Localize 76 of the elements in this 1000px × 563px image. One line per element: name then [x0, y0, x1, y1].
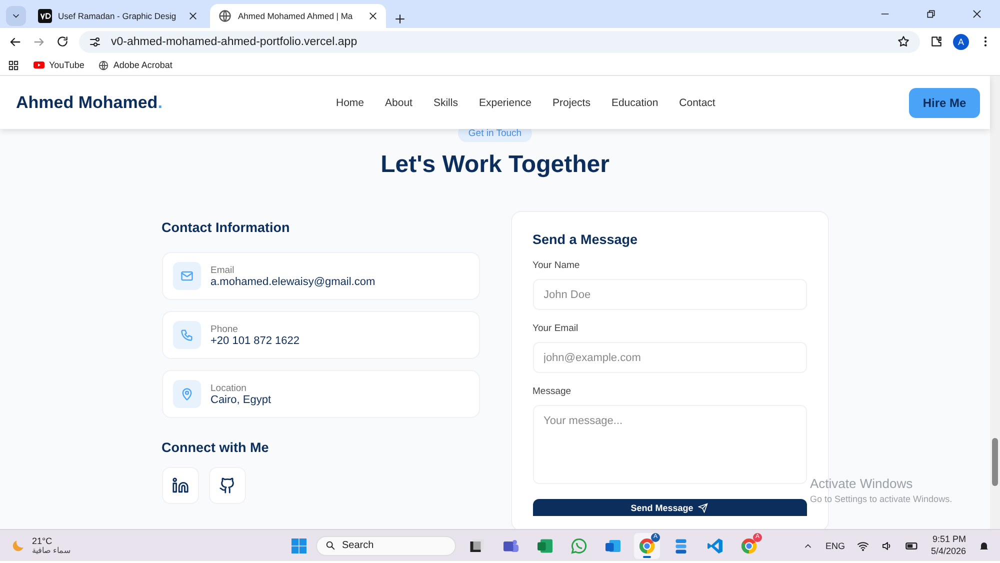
play-icon [33, 59, 45, 71]
scrollbar[interactable] [990, 76, 1000, 529]
taskbar-search[interactable]: Search [316, 536, 456, 556]
close-icon[interactable] [368, 11, 378, 21]
active-indicator [643, 556, 651, 558]
speaker-icon[interactable] [880, 540, 893, 552]
nav-link[interactable]: Education [611, 96, 658, 108]
browser-icon [638, 536, 656, 554]
activation-title: Activate Windows [810, 476, 914, 491]
clock-date[interactable]: 5/4/2026 [930, 546, 966, 558]
site-favicon-icon [38, 9, 52, 23]
nav-link[interactable]: Projects [552, 96, 590, 108]
address-bar[interactable]: v0-ahmed-mohamed-ahmed-portfolio.vercel.app [79, 30, 920, 52]
contact-value: a.mohamed.elewaisy@gmail.com [210, 276, 376, 288]
browser-icon [740, 536, 758, 554]
send-message-button[interactable]: Send Message [532, 499, 806, 516]
activation-hint: Go to Settings to activate Windows. [810, 494, 952, 504]
bookmark[interactable]: YouTube [33, 59, 84, 71]
contact-value: Cairo, Egypt [210, 394, 272, 406]
restore-icon[interactable] [926, 9, 936, 19]
nav-link[interactable]: About [385, 96, 412, 108]
language-indicator[interactable]: ENG [825, 540, 845, 550]
new-tab-icon[interactable] [394, 13, 406, 25]
start-icon[interactable] [290, 536, 308, 554]
profile-avatar[interactable]: A [953, 34, 969, 50]
linkedin-link[interactable] [162, 467, 198, 504]
input-field[interactable]: john@example.com [532, 342, 806, 373]
section-title: Let's Work Together [380, 151, 610, 179]
apps-grid-icon[interactable] [8, 60, 19, 70]
site-logo[interactable]: Ahmed Mohamed. [16, 92, 336, 112]
close-icon[interactable] [188, 11, 198, 21]
wifi-icon[interactable] [856, 540, 869, 552]
globe-icon [218, 9, 232, 23]
contact-label: Phone [210, 324, 239, 334]
code-editor-icon [706, 536, 724, 554]
field-label: Your Name [532, 260, 581, 271]
scrollbar-thumb[interactable] [992, 438, 998, 486]
envelope-icon [180, 269, 194, 283]
location-pin-icon [180, 387, 194, 401]
star-icon[interactable] [897, 35, 910, 48]
contact-label: Email [210, 264, 236, 276]
browser-tab[interactable]: Ahmed Mohamed Ahmed | Ma [210, 4, 386, 28]
site-settings-icon[interactable] [89, 36, 101, 48]
section-heading: Connect with Me [162, 440, 270, 455]
linkedin-icon [172, 477, 188, 494]
field-label: Your Email [532, 323, 580, 334]
field-label: Message [532, 386, 572, 397]
weather-condition: سماء صافية [32, 546, 72, 555]
nav-link[interactable]: Experience [478, 96, 532, 108]
nav-link[interactable]: Home [336, 96, 364, 108]
contact-value: +20 101 872 1622 [210, 334, 300, 346]
reload-icon[interactable] [56, 35, 69, 48]
close-icon[interactable] [972, 9, 982, 19]
chat-bubble-icon [570, 536, 588, 554]
nav-link[interactable]: Skills [433, 96, 458, 108]
message-field[interactable]: Your message... [532, 405, 806, 484]
input-field[interactable]: John Doe [532, 279, 806, 310]
section-heading: Contact Information [162, 220, 291, 235]
bookmark[interactable]: Adobe Acrobat [98, 60, 172, 70]
notifications-icon[interactable] [978, 540, 990, 552]
paper-plane-icon [698, 502, 708, 512]
browser-tab[interactable]: Usef Ramadan - Graphic Desig [30, 4, 206, 28]
contact-label: Location [210, 382, 248, 394]
search-icon [325, 540, 336, 551]
clock-time[interactable]: 9:51 PM [930, 534, 966, 546]
form-heading: Send a Message [532, 232, 639, 247]
weather-temperature: 21°C [32, 536, 54, 546]
globe-icon [98, 60, 110, 70]
phone-icon [180, 328, 194, 342]
github-link[interactable] [208, 467, 246, 504]
github-icon [218, 477, 236, 494]
nav-link[interactable]: Contact [679, 96, 716, 108]
spreadsheet-icon [536, 536, 554, 554]
hire-me-button[interactable]: Hire Me [909, 88, 980, 118]
task-view-icon [468, 536, 486, 554]
extensions-icon[interactable] [930, 35, 943, 48]
